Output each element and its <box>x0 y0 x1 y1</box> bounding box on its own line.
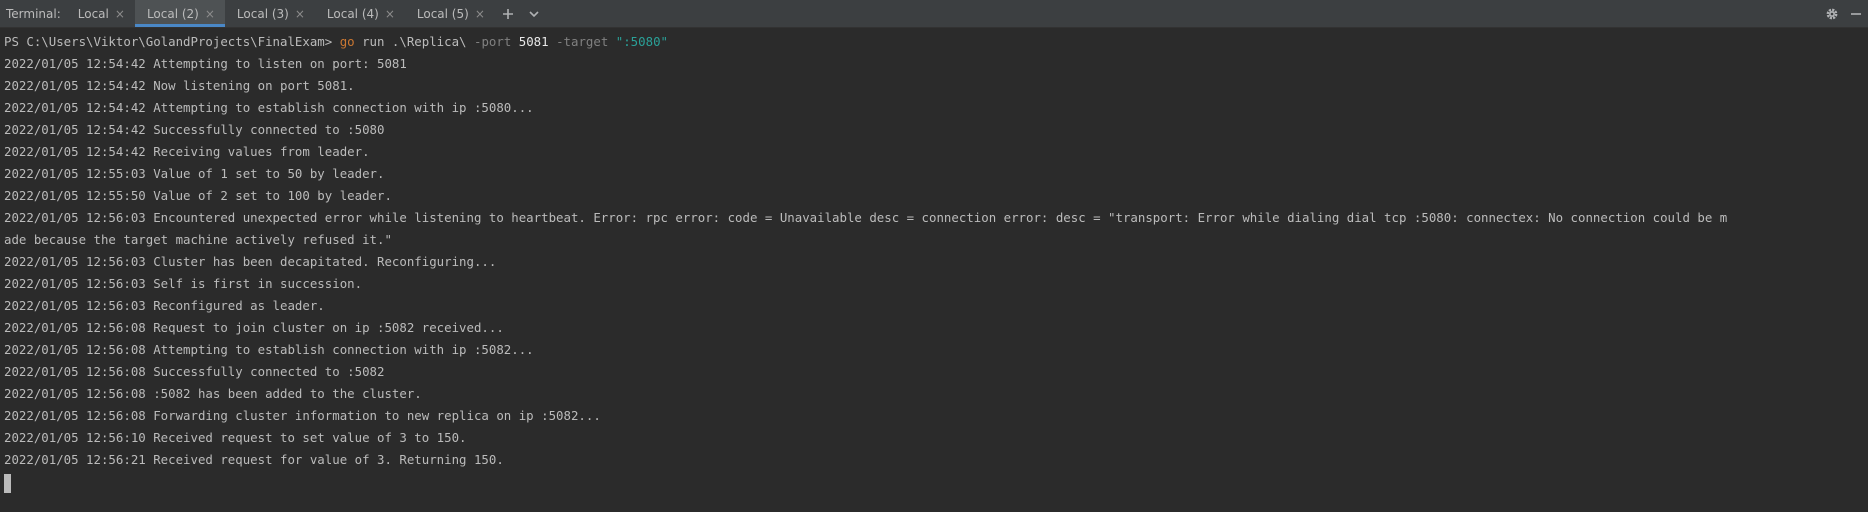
terminal-tabbar: Terminal: Local × Local (2) × Local (3) … <box>0 0 1868 28</box>
output-line: 2022/01/05 12:56:21 Received request for… <box>4 452 504 467</box>
close-icon[interactable]: × <box>385 8 395 20</box>
output-line: 2022/01/05 12:56:08 Successfully connect… <box>4 364 385 379</box>
tab-label: Local (2) <box>146 6 199 21</box>
gear-icon[interactable] <box>1820 0 1844 27</box>
tab-label: Local (5) <box>416 6 469 21</box>
output-line: ade because the target machine actively … <box>4 232 392 247</box>
output-line: 2022/01/05 12:56:08 Forwarding cluster i… <box>4 408 601 423</box>
tab-local-2[interactable]: Local (2) × <box>134 0 225 27</box>
command-name: go <box>339 34 355 49</box>
prompt-line: PS C:\Users\Viktor\GolandProjects\FinalE… <box>4 31 1868 53</box>
close-icon[interactable]: × <box>205 8 215 20</box>
command-args: run .\Replica\ <box>354 34 474 49</box>
port-value: 5081 <box>518 34 549 49</box>
output-line: 2022/01/05 12:56:03 Self is first in suc… <box>4 276 363 291</box>
output-line: 2022/01/05 12:56:08 :5082 has been added… <box>4 386 422 401</box>
minimize-icon[interactable] <box>1844 0 1868 27</box>
tab-label: Local (3) <box>236 6 289 21</box>
output-line: 2022/01/05 12:56:03 Cluster has been dec… <box>4 254 497 269</box>
chevron-down-icon[interactable] <box>521 0 547 27</box>
prompt-path: PS C:\Users\Viktor\GolandProjects\FinalE… <box>4 34 340 49</box>
flag-target: -target <box>556 34 609 49</box>
terminal-output[interactable]: PS C:\Users\Viktor\GolandProjects\FinalE… <box>0 28 1868 512</box>
plus-icon[interactable] <box>495 0 521 27</box>
cursor-line <box>4 471 1868 493</box>
text-cursor <box>4 474 11 493</box>
terminal-label: Terminal: <box>6 6 61 21</box>
output-line: 2022/01/05 12:54:42 Successfully connect… <box>4 122 385 137</box>
tab-local-5[interactable]: Local (5) × <box>405 0 495 27</box>
output-line: 2022/01/05 12:56:08 Request to join clus… <box>4 320 504 335</box>
output-line: 2022/01/05 12:55:03 Value of 1 set to 50… <box>4 166 385 181</box>
tool-window-actions <box>1820 0 1868 27</box>
close-icon[interactable]: × <box>115 8 125 20</box>
output-line: 2022/01/05 12:54:42 Now listening on por… <box>4 78 355 93</box>
tab-local-4[interactable]: Local (4) × <box>315 0 405 27</box>
tab-local[interactable]: Local × <box>66 0 135 27</box>
output-line: 2022/01/05 12:56:08 Attempting to establ… <box>4 342 534 357</box>
output-line: 2022/01/05 12:54:42 Attempting to establ… <box>4 100 534 115</box>
terminal-window: Terminal: Local × Local (2) × Local (3) … <box>0 0 1868 512</box>
flag-port: -port <box>473 34 512 49</box>
output-line: 2022/01/05 12:56:03 Reconfigured as lead… <box>4 298 325 313</box>
output-line: 2022/01/05 12:56:10 Received request to … <box>4 430 467 445</box>
tab-local-3[interactable]: Local (3) × <box>225 0 315 27</box>
close-icon[interactable]: × <box>475 8 485 20</box>
tab-label: Local <box>77 6 109 21</box>
tab-label: Local (4) <box>326 6 379 21</box>
output-line: 2022/01/05 12:54:42 Attempting to listen… <box>4 56 407 71</box>
close-icon[interactable]: × <box>295 8 305 20</box>
output-line: 2022/01/05 12:54:42 Receiving values fro… <box>4 144 370 159</box>
target-value: ":5080" <box>615 34 668 49</box>
output-line: 2022/01/05 12:55:50 Value of 2 set to 10… <box>4 188 392 203</box>
output-line: 2022/01/05 12:56:03 Encountered unexpect… <box>4 210 1728 225</box>
